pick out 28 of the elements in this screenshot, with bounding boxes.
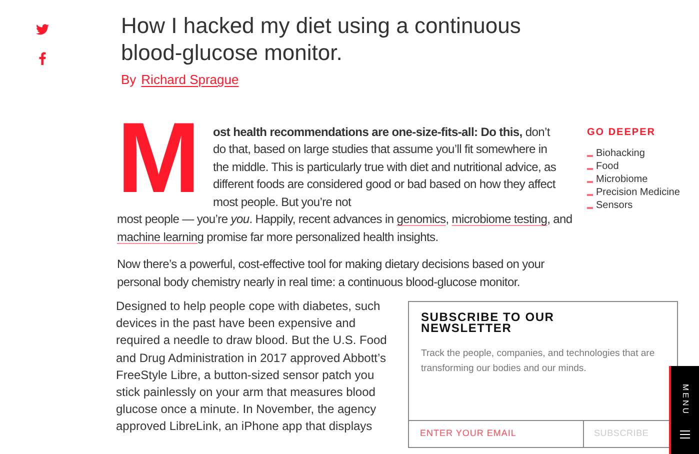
author-link[interactable]: Richard Sprague (141, 70, 239, 90)
topic-link[interactable]: Sensors (596, 198, 633, 212)
drop-cap: M (117, 118, 202, 190)
dash-icon (587, 181, 593, 182)
text-link[interactable]: machine learning (117, 230, 204, 244)
dash-icon (587, 168, 593, 170)
paragraph: Now there’s a powerful, cost-effective tool for making dietary decisions based on your personal body chemistry nearly in real time: a continuous blood-glucose monitor. (117, 256, 546, 290)
dash-icon (587, 155, 593, 156)
dash-icon (587, 207, 593, 208)
menu-icon (680, 430, 690, 439)
newsletter-title: SUBSCRIBE TO OUR NEWSLETTER (421, 312, 556, 334)
topic-link[interactable]: Food (596, 160, 619, 172)
newsletter-description: Track the people, companies, and technologies that are transforming our bodies and our minds. (421, 347, 656, 376)
twitter-icon[interactable] (36, 24, 48, 35)
menu-button[interactable]: MENU (669, 366, 699, 454)
topic-link[interactable]: Biohacking (596, 146, 645, 160)
facebook-icon[interactable] (38, 52, 46, 65)
text-link[interactable]: microbiome testing (452, 212, 548, 226)
go-deeper-heading: GO DEEPER (587, 126, 656, 140)
paragraph: most people — you’re you. Happily, recent advances in genomics, microbiome testing, and machine learning promise far more personalized health insights. (117, 211, 574, 246)
dash-icon (587, 194, 593, 196)
byline-label: By (121, 71, 136, 89)
paragraph: Designed to help people cope with diabetes, such devices in the past have been expensive and required a needle to draw blood. But the U.S. Food and Drug Administration in 2017 approved Abbott’s FreeStyle Libre, a button-sized sensor patch you stick painlessly on your arm that measures blood glucose once a minute. In November, the agency approved LibreLink, an iPhone app that displays (116, 298, 388, 436)
text-link[interactable]: genomics (396, 212, 446, 226)
email-field[interactable]: ENTER YOUR EMAIL (409, 421, 584, 447)
article-title: How I hacked my diet using a continuous blood-glucose monitor. (121, 12, 522, 66)
topic-link[interactable]: Microbiome (596, 172, 648, 186)
topic-link[interactable]: Precision Medicine (596, 186, 680, 198)
